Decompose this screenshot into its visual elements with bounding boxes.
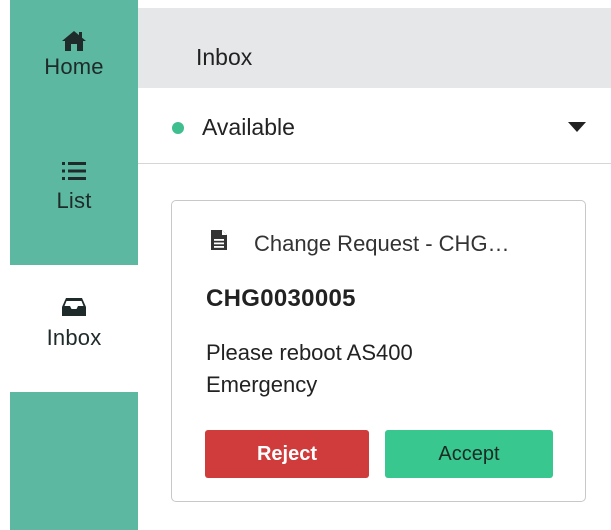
home-icon bbox=[61, 30, 87, 52]
sidebar: Home List Inbox bbox=[10, 0, 138, 530]
window-edge bbox=[0, 0, 10, 530]
chevron-down-icon bbox=[568, 122, 586, 132]
sidebar-item-list[interactable]: List bbox=[10, 160, 138, 260]
inbox-icon bbox=[61, 297, 87, 317]
availability-dropdown[interactable]: Available bbox=[138, 92, 611, 164]
sidebar-item-label: List bbox=[56, 188, 92, 213]
sidebar-item-label: Home bbox=[44, 54, 104, 79]
page-header: Inbox bbox=[138, 8, 611, 88]
page-title: Inbox bbox=[196, 44, 253, 70]
accept-button[interactable]: Accept bbox=[385, 430, 553, 478]
card-description: Please reboot AS400 Emergency bbox=[206, 340, 413, 397]
sidebar-item-inbox[interactable]: Inbox bbox=[10, 265, 138, 392]
status-label: Available bbox=[202, 114, 295, 140]
change-request-card[interactable]: Change Request - CHG… CHG0030005 Please … bbox=[171, 200, 586, 502]
list-icon bbox=[61, 160, 87, 182]
document-icon bbox=[210, 229, 228, 256]
reject-button[interactable]: Reject bbox=[205, 430, 369, 478]
card-title: Change Request - CHG… bbox=[254, 231, 510, 256]
status-dot bbox=[172, 122, 184, 134]
sidebar-item-label: Inbox bbox=[46, 325, 102, 350]
card-number: CHG0030005 bbox=[206, 285, 356, 312]
sidebar-item-home[interactable]: Home bbox=[10, 30, 138, 130]
